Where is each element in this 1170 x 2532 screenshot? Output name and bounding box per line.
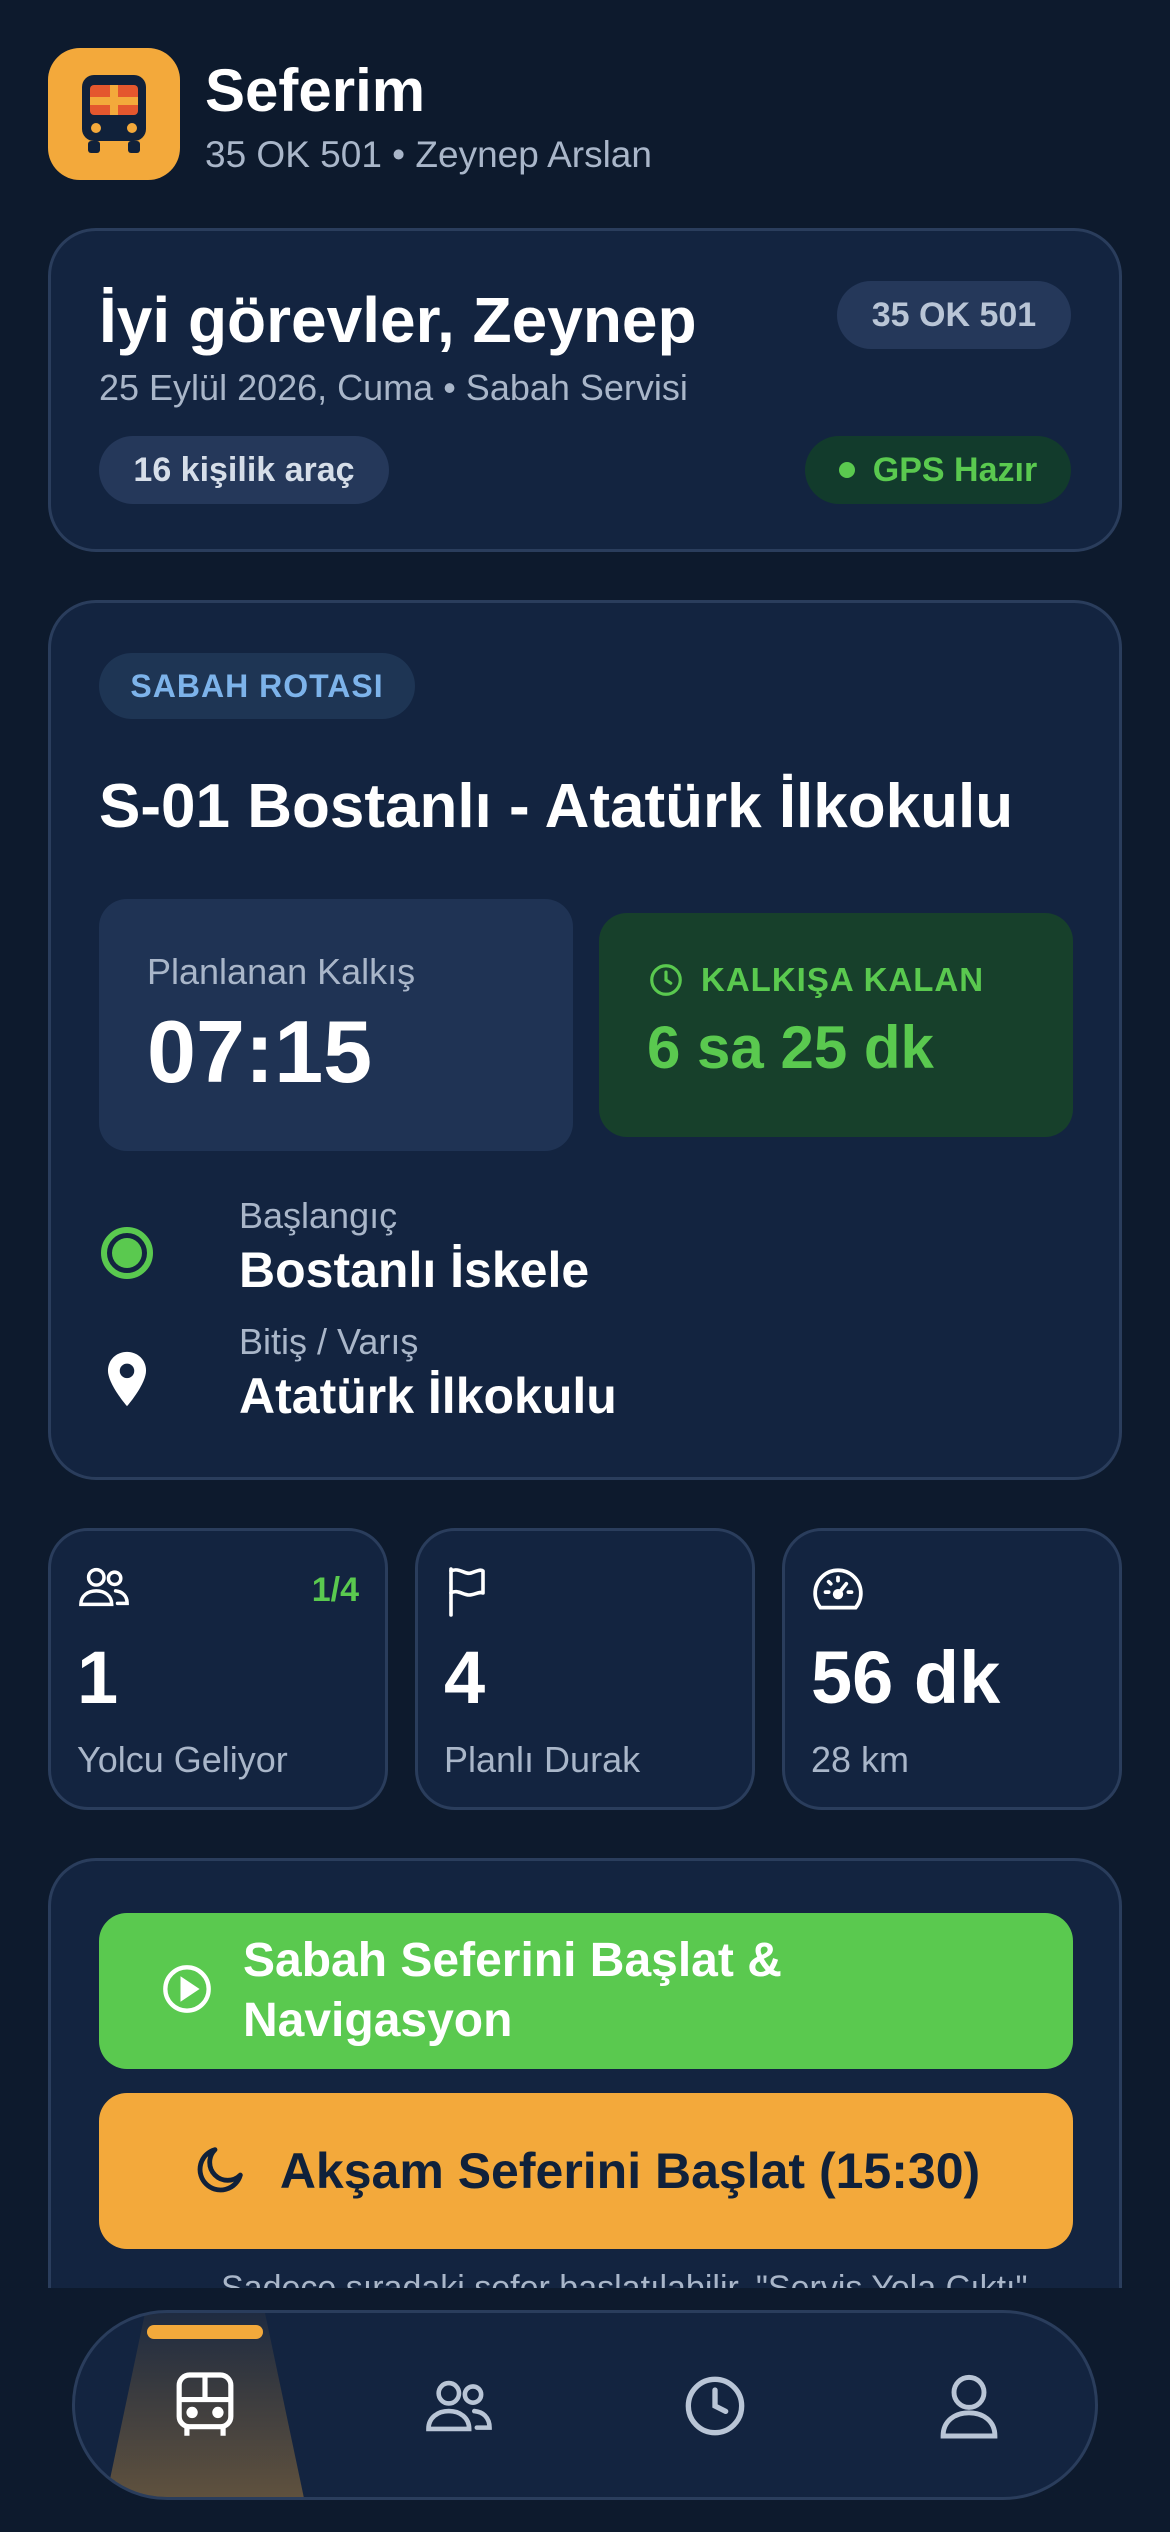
remaining-label-row: KALKIŞA KALAN	[647, 961, 984, 999]
user-icon	[939, 2373, 999, 2444]
location-pin-icon	[99, 1351, 155, 1407]
app-subtitle: 35 OK 501 • Zeynep Arslan	[205, 134, 652, 175]
departure-label: Planlanan Kalkış	[147, 951, 416, 992]
greeting-date: 25 Eylül 2026, Cuma • Sabah Servisi	[99, 367, 688, 408]
stat-value: 4	[444, 1636, 486, 1719]
end-label: Bitiş / Varış	[239, 1321, 419, 1362]
bus-icon	[174, 2371, 236, 2446]
nav-tab-profile[interactable]	[869, 2313, 1069, 2497]
stat-value: 1	[77, 1636, 119, 1719]
clock-icon	[683, 2374, 747, 2443]
nav-tab-passengers[interactable]	[359, 2313, 559, 2497]
departure-time: 07:15	[147, 1002, 373, 1101]
nav-tab-trips[interactable]	[105, 2313, 305, 2497]
gps-status-label: GPS Hazır	[872, 450, 1038, 489]
stat-passengers: 1/4 1 Yolcu Geliyor	[48, 1528, 388, 1810]
departure-box: Planlanan Kalkış 07:15	[99, 899, 573, 1151]
end-value: Atatürk İlkokulu	[239, 1368, 617, 1424]
stat-value: 56 dk	[811, 1636, 1001, 1719]
gauge-icon	[811, 1565, 865, 1620]
play-circle-icon	[161, 1963, 213, 2020]
app-header: Seferim 35 OK 501 • Zeynep Arslan	[48, 48, 1122, 180]
capacity-badge: 16 kişilik araç	[99, 436, 389, 504]
stat-label: Planlı Durak	[444, 1739, 641, 1780]
clock-icon	[647, 961, 685, 999]
route-card: SABAH ROTASI S-01 Bostanlı - Atatürk İlk…	[48, 600, 1122, 1480]
start-stop: Başlangıç Bostanlı İskele	[99, 1195, 999, 1305]
end-stop: Bitiş / Varış Atatürk İlkokulu	[99, 1321, 999, 1431]
label-line-1: Sabah Seferini Başlat &	[243, 1934, 782, 1987]
gps-dot-icon	[838, 462, 855, 478]
app-title: Seferim	[205, 57, 426, 124]
plate-badge: 35 OK 501	[837, 281, 1071, 349]
start-value: Bostanlı İskele	[239, 1242, 590, 1298]
start-label: Başlangıç	[239, 1195, 398, 1236]
label-line-2: Navigasyon	[243, 1994, 513, 2047]
gps-status-badge: GPS Hazır	[805, 436, 1071, 504]
stat-label: Yolcu Geliyor	[77, 1739, 288, 1780]
greeting-card: İyi görevler, Zeynep 25 Eylül 2026, Cuma…	[48, 228, 1122, 552]
start-evening-trip-label: Akşam Seferini Başlat (15:30)	[279, 2143, 981, 2199]
passenger-ratio-badge: 1/4	[311, 1571, 359, 1609]
route-tag: SABAH ROTASI	[99, 653, 415, 719]
users-icon	[423, 2378, 495, 2439]
remaining-value: 6 sa 25 dk	[647, 1014, 934, 1081]
start-dot-icon	[99, 1225, 155, 1281]
stat-duration: 56 dk 28 km	[782, 1528, 1122, 1810]
stat-stops: 4 Planlı Durak	[415, 1528, 755, 1810]
flag-icon	[444, 1565, 490, 1622]
greeting-title: İyi görevler, Zeynep	[99, 284, 697, 356]
start-morning-trip-button[interactable]: Sabah Seferini Başlat & Navigasyon	[99, 1913, 1073, 2069]
route-name: S-01 Bostanlı - Atatürk İlkokulu	[99, 772, 1014, 841]
start-morning-trip-label: Sabah Seferini Başlat & Navigasyon	[243, 1931, 782, 2051]
remaining-box: KALKIŞA KALAN 6 sa 25 dk	[599, 913, 1073, 1137]
nav-tab-history[interactable]	[615, 2313, 815, 2497]
users-icon	[77, 1565, 131, 1614]
moon-icon	[192, 2140, 250, 2203]
bus-icon	[48, 48, 180, 180]
start-evening-trip-button[interactable]: Akşam Seferini Başlat (15:30)	[99, 2093, 1073, 2249]
bottom-nav	[72, 2310, 1098, 2500]
stat-label: 28 km	[811, 1739, 910, 1780]
remaining-label: KALKIŞA KALAN	[701, 961, 985, 998]
